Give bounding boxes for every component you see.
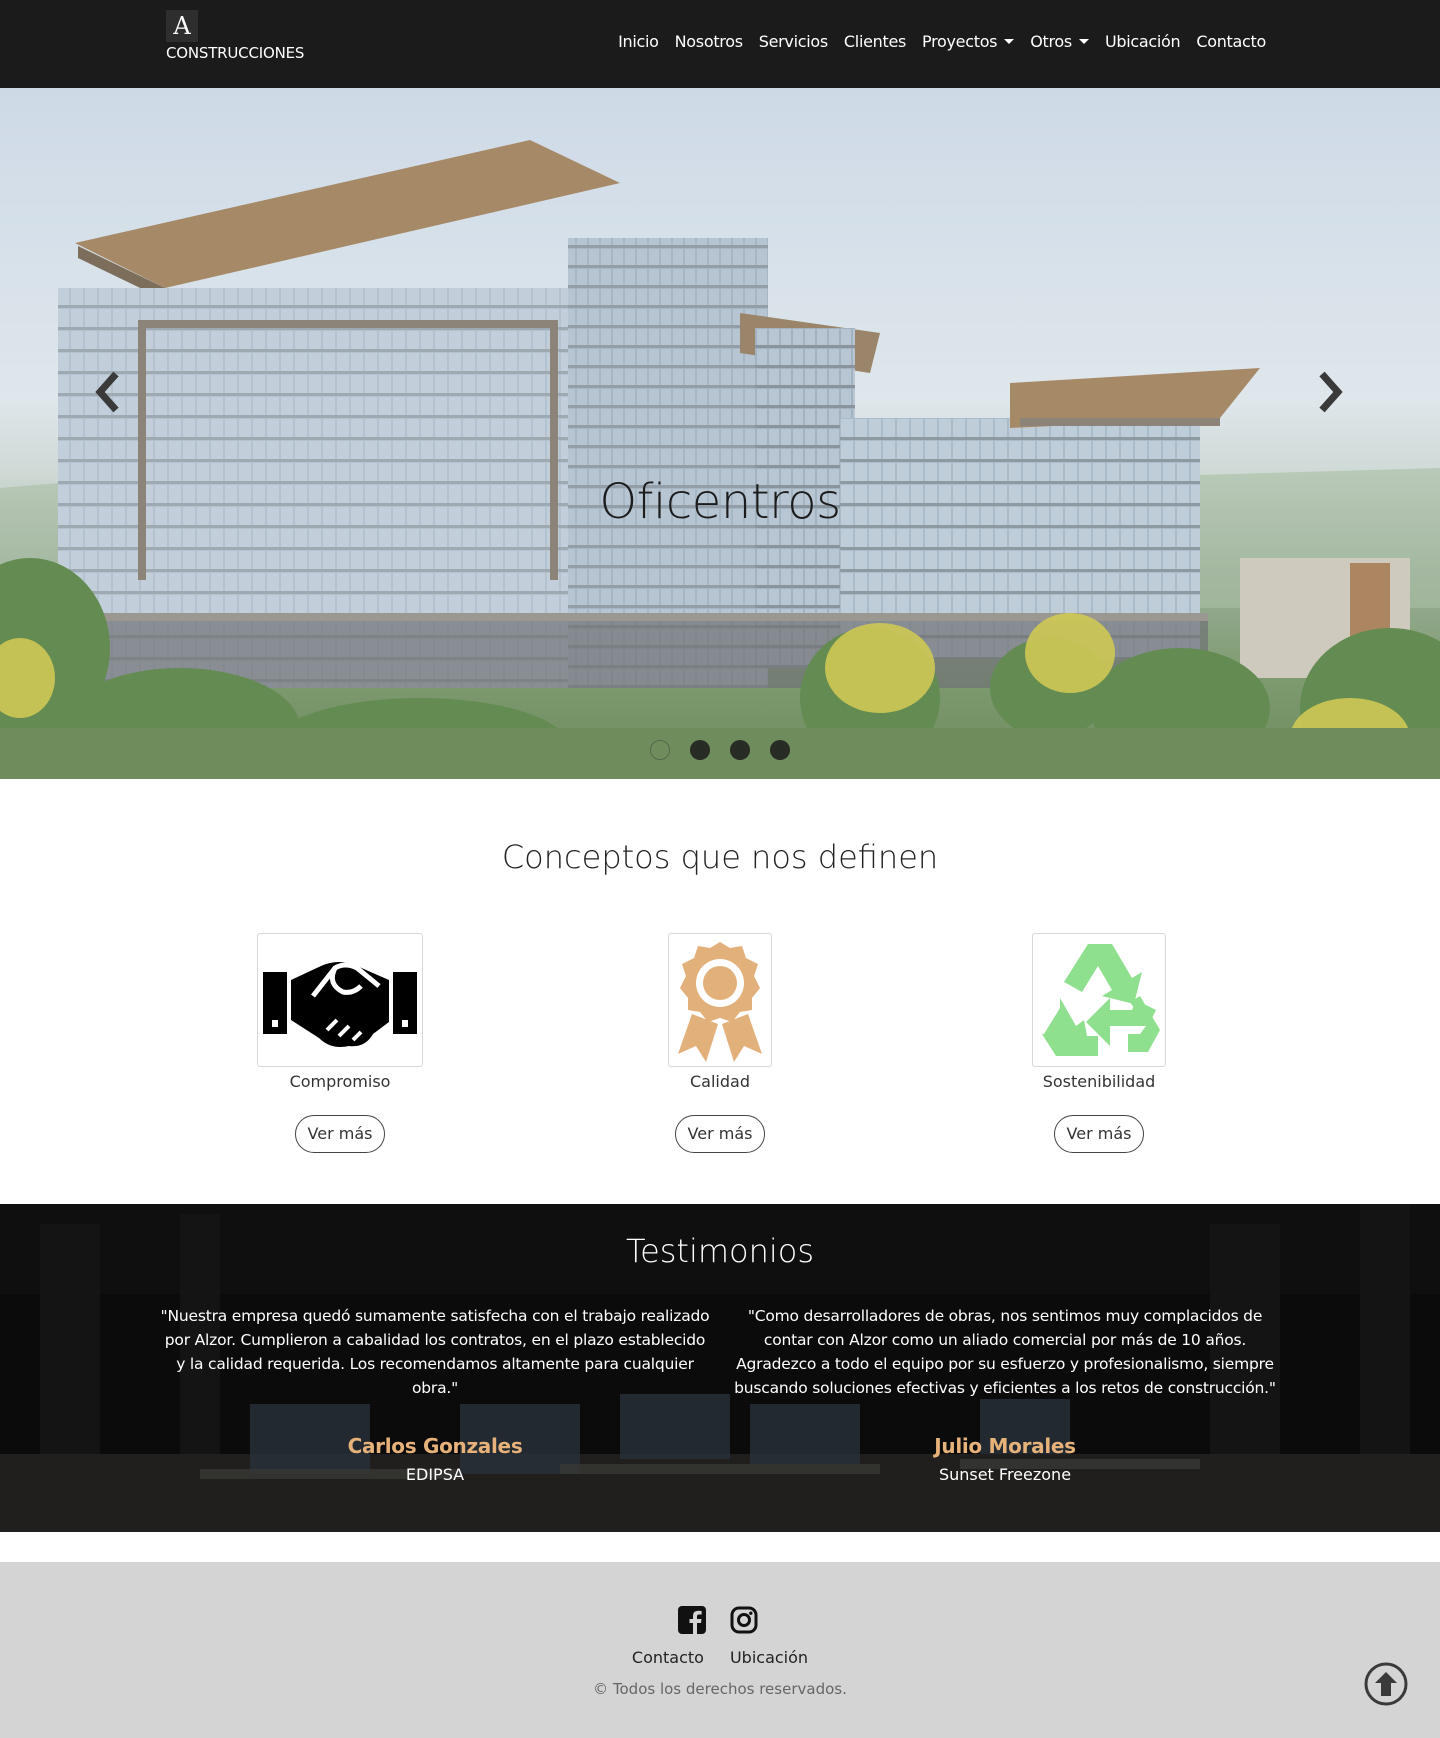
carousel-indicator[interactable] <box>650 740 670 760</box>
carousel-indicator[interactable] <box>770 740 790 760</box>
main-nav: Inicio Nosotros Servicios Clientes Proye… <box>618 32 1266 51</box>
carousel-prev-button[interactable] <box>88 368 128 416</box>
hero-building-image <box>0 88 1440 779</box>
chevron-right-icon <box>1319 371 1343 413</box>
carousel-indicators <box>650 740 790 760</box>
handshake-icon <box>263 962 417 1047</box>
brand-logo[interactable]: A CONSTRUCCIONES <box>166 10 304 62</box>
nav-item-inicio[interactable]: Inicio <box>618 32 659 51</box>
recycle-icon <box>1042 944 1160 1056</box>
concept-sostenibilidad: Sostenibilidad Ver más <box>1032 933 1166 1153</box>
caret-down-icon <box>1004 39 1015 44</box>
back-to-top-button[interactable] <box>1364 1662 1408 1706</box>
testimonial-author: Carlos Gonzales <box>347 1434 523 1458</box>
concepts-title: Conceptos que nos definen <box>501 838 939 876</box>
footer-links: Contacto Ubicación <box>0 1648 1440 1667</box>
carousel-indicator[interactable] <box>690 740 710 760</box>
testimonial-author: Julio Morales <box>934 1434 1076 1458</box>
nav-item-proyectos[interactable]: Proyectos <box>922 32 1015 51</box>
testimonial-card: "Como desarrolladores de obras, nos sent… <box>730 1304 1280 1484</box>
footer-link-contacto[interactable]: Contacto <box>632 1648 704 1667</box>
nav-item-nosotros[interactable]: Nosotros <box>675 32 743 51</box>
concept-compromiso: Compromiso Ver más <box>257 933 423 1153</box>
testimonial-card: "Nuestra empresa quedó sumamente satisfe… <box>160 1304 710 1484</box>
social-links <box>678 1606 758 1634</box>
carousel-indicator[interactable] <box>730 740 750 760</box>
concept-label: Sostenibilidad <box>1042 1072 1156 1091</box>
testimonial-quote: "Como desarrolladores de obras, nos sent… <box>734 1307 1276 1397</box>
ver-mas-button[interactable]: Ver más <box>294 1115 386 1153</box>
nav-item-clientes[interactable]: Clientes <box>844 32 906 51</box>
award-ribbon-icon <box>678 942 762 1062</box>
footer: Contacto Ubicación © Todos los derechos … <box>0 1562 1440 1738</box>
nav-item-contacto[interactable]: Contacto <box>1196 32 1266 51</box>
concept-image-frame <box>668 933 772 1067</box>
instagram-icon[interactable] <box>730 1606 758 1634</box>
concept-image-frame <box>1032 933 1166 1067</box>
arrow-up-circle-icon <box>1364 1662 1408 1706</box>
testimonials-title: Testimonios <box>625 1232 815 1270</box>
copyright-text: © Todos los derechos reservados. <box>593 1680 847 1698</box>
brand-mark: A <box>166 10 198 42</box>
hero-caption: Oficentros <box>599 474 841 530</box>
nav-item-ubicacion[interactable]: Ubicación <box>1105 32 1181 51</box>
chevron-left-icon <box>95 371 119 413</box>
hero-carousel: Oficentros <box>0 88 1440 779</box>
caret-down-icon <box>1078 39 1089 44</box>
nav-item-servicios[interactable]: Servicios <box>759 32 828 51</box>
concept-label: Compromiso <box>289 1072 391 1091</box>
ver-mas-button[interactable]: Ver más <box>1053 1115 1145 1153</box>
nav-item-otros[interactable]: Otros <box>1030 32 1089 51</box>
nav-item-otros-label: Otros <box>1030 32 1072 51</box>
ver-mas-button[interactable]: Ver más <box>674 1115 766 1153</box>
facebook-icon[interactable] <box>678 1606 706 1634</box>
concept-calidad: Calidad Ver más <box>668 933 772 1153</box>
testimonial-company: Sunset Freezone <box>938 1465 1072 1484</box>
testimonials-section: Testimonios "Nuestra empresa quedó sumam… <box>0 1204 1440 1532</box>
brand-name: CONSTRUCCIONES <box>166 44 305 62</box>
nav-item-proyectos-label: Proyectos <box>922 32 998 51</box>
concept-image-frame <box>257 933 423 1067</box>
testimonial-company: EDIPSA <box>405 1465 465 1484</box>
testimonial-quote: "Nuestra empresa quedó sumamente satisfe… <box>160 1307 710 1397</box>
footer-link-ubicacion[interactable]: Ubicación <box>730 1648 808 1667</box>
concept-label: Calidad <box>690 1072 750 1091</box>
navbar: A CONSTRUCCIONES Inicio Nosotros Servici… <box>0 0 1440 88</box>
carousel-next-button[interactable] <box>1310 368 1350 416</box>
